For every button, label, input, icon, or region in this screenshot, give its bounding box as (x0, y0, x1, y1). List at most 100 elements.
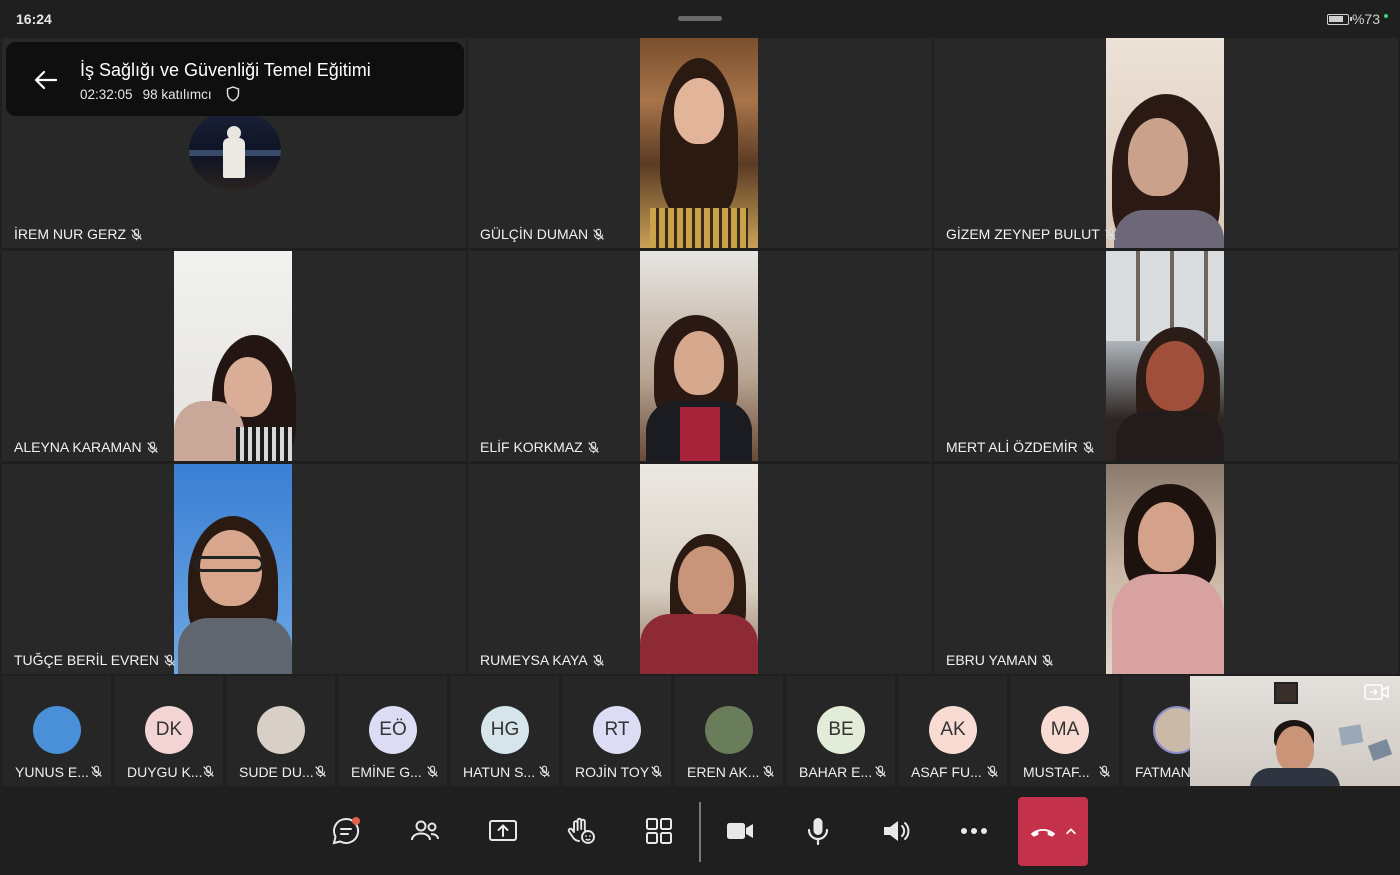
people-button[interactable] (401, 808, 449, 854)
participant-avatar (257, 706, 305, 754)
share-screen-icon (489, 820, 517, 841)
participant-video (640, 464, 758, 674)
mic-off-icon (427, 765, 438, 778)
hang-up-icon (1030, 828, 1056, 837)
participant-avatar: HG (481, 706, 529, 754)
video-grid: İREM NUR GERZ GÜLÇİN DUMAN GİZEM ZEYNEP … (2, 38, 1398, 674)
participant-name: BAHAR E... (799, 764, 873, 780)
meeting-title: İş Sağlığı ve Güvenliği Temel Eğitimi (80, 60, 371, 80)
mic-off-icon (1082, 441, 1094, 453)
participant-tile[interactable]: ELİF KORKMAZ (468, 251, 932, 461)
layout-button[interactable] (635, 808, 683, 854)
participant-name: ROJİN TOY (575, 764, 650, 780)
participant-thumbnail[interactable]: DK DUYGU K... (114, 676, 223, 786)
participant-tile[interactable]: RUMEYSA KAYA (468, 464, 932, 674)
mic-off-icon (1104, 228, 1116, 240)
participant-video (640, 251, 758, 461)
participant-avatar: RT (593, 706, 641, 754)
chat-icon (332, 817, 360, 845)
participant-tile[interactable]: TUĞÇE BERİL EVREN (2, 464, 466, 674)
participant-name: İREM NUR GERZ (14, 226, 143, 242)
participant-thumbnail[interactable]: RT ROJİN TOY (562, 676, 671, 786)
participant-thumbnail[interactable]: BE BAHAR E... (786, 676, 895, 786)
participant-video (640, 38, 758, 248)
speaker-icon (884, 821, 910, 841)
participant-name: EREN AK... (687, 764, 760, 780)
participant-name: GÜLÇİN DUMAN (480, 226, 605, 242)
participant-video (174, 464, 292, 674)
participant-avatar (705, 706, 753, 754)
meeting-info-card: İş Sağlığı ve Güvenliği Temel Eğitimi 02… (6, 42, 464, 116)
participant-name: FATMAN (1135, 764, 1191, 780)
battery-indicator: %73 (1326, 11, 1388, 27)
mic-off-icon (592, 654, 604, 666)
mic-off-icon (875, 765, 886, 778)
camera-button[interactable] (716, 808, 764, 854)
chevron-up-icon[interactable] (1064, 825, 1078, 839)
share-screen-button[interactable] (479, 808, 527, 854)
participant-name: MUSTAF... (1023, 764, 1090, 780)
participant-tile[interactable]: GÜLÇİN DUMAN (468, 38, 932, 248)
raise-hand-button[interactable] (557, 808, 605, 854)
mic-off-icon (1099, 765, 1110, 778)
participant-thumbnail[interactable]: HG HATUN S... (450, 676, 559, 786)
mic-off-icon (587, 441, 599, 453)
people-icon (411, 820, 439, 841)
participant-thumbnail[interactable]: YUNUS E... (2, 676, 111, 786)
participant-strip: YUNUS E... DK DUYGU K... SUDE DU... EÖ EMİNE … (2, 676, 1398, 786)
participant-avatar (33, 706, 81, 754)
switch-camera-icon[interactable] (1364, 682, 1390, 702)
controls-divider (699, 802, 701, 862)
mic-icon (807, 818, 829, 846)
mic-off-icon (1042, 654, 1054, 666)
layout-icon (646, 818, 672, 844)
participant-thumbnail[interactable]: EÖ EMİNE G... (338, 676, 447, 786)
chat-button[interactable] (322, 808, 370, 854)
participant-avatar: AK (929, 706, 977, 754)
privacy-dot-icon (1384, 14, 1388, 18)
participant-name: ASAF FU... (911, 764, 982, 780)
status-bar: 16:24 %73 (0, 0, 1400, 38)
participant-video (1106, 251, 1224, 461)
back-arrow-icon[interactable] (32, 66, 60, 94)
participant-thumbnail[interactable]: SUDE DU... (226, 676, 335, 786)
mic-button[interactable] (794, 808, 842, 854)
participant-tile[interactable]: MERT ALİ ÖZDEMİR (934, 251, 1398, 461)
participant-name: RUMEYSA KAYA (480, 652, 605, 668)
camera-icon (727, 823, 753, 839)
participant-tile[interactable]: EBRU YAMAN (934, 464, 1398, 674)
participant-count[interactable]: 98 katılımcı (143, 87, 212, 102)
hang-up-button[interactable] (1018, 797, 1088, 866)
mic-off-icon (164, 654, 175, 666)
clock: 16:24 (16, 11, 52, 27)
participant-name: TUĞÇE BERİL EVREN (14, 652, 176, 668)
participant-video (1106, 464, 1224, 674)
mic-off-icon (203, 765, 214, 778)
self-view-video[interactable] (1190, 676, 1400, 786)
meeting-meta: 02:32:05 98 katılımcı (80, 86, 240, 102)
participant-tile[interactable]: ALEYNA KARAMAN (2, 251, 466, 461)
participant-avatar: DK (145, 706, 193, 754)
meeting-duration: 02:32:05 (80, 86, 133, 102)
mic-off-icon (987, 765, 998, 778)
battery-level: %73 (1351, 11, 1380, 27)
shield-icon (226, 86, 239, 102)
participant-video (1106, 38, 1224, 248)
mic-off-icon (651, 765, 662, 778)
drag-handle[interactable] (678, 16, 722, 21)
participant-name: YUNUS E... (15, 764, 89, 780)
participant-name: EMİNE G... (351, 764, 422, 780)
participant-tile[interactable]: GİZEM ZEYNEP BULUT (934, 38, 1398, 248)
more-button[interactable] (950, 808, 998, 854)
participant-name: MERT ALİ ÖZDEMİR (946, 439, 1095, 455)
participant-name: ALEYNA KARAMAN (14, 439, 159, 455)
more-icon (961, 828, 987, 834)
participant-name: HATUN S... (463, 764, 536, 780)
speaker-button[interactable] (872, 808, 920, 854)
mic-off-icon (539, 765, 550, 778)
participant-thumbnail[interactable]: EREN AK... (674, 676, 783, 786)
participant-name: ELİF KORKMAZ (480, 439, 600, 455)
participant-thumbnail[interactable]: AK ASAF FU... (898, 676, 1007, 786)
participant-thumbnail[interactable]: MA MUSTAF... (1010, 676, 1119, 786)
mic-off-icon (131, 228, 142, 240)
